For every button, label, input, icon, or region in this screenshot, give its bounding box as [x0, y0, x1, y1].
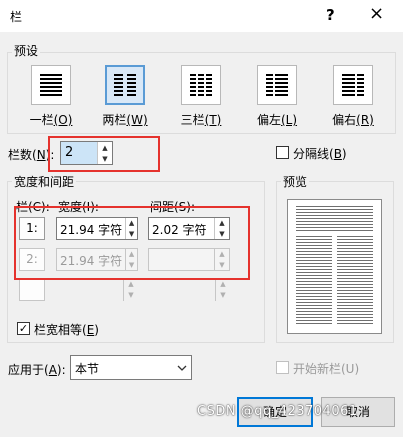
preset-two-columns-label: 两栏(W) — [102, 113, 148, 127]
preset-left-button[interactable] — [257, 65, 297, 105]
left-column-icon — [266, 74, 288, 96]
column-3-spacing-field[interactable]: ▲ ▼ — [148, 278, 230, 301]
column-3-width-field[interactable]: ▲ ▼ — [56, 278, 138, 301]
line-between-label: 分隔线(B) — [293, 147, 347, 161]
highlight-width-spacing — [14, 206, 250, 280]
two-columns-icon — [114, 74, 136, 96]
watermark-text: CSDN @qq_423704061 — [197, 404, 358, 419]
right-column-icon — [342, 74, 364, 96]
three-columns-icon — [190, 74, 212, 96]
close-icon[interactable]: × — [369, 3, 384, 24]
preview-page — [287, 199, 382, 334]
two-column-preview-image — [296, 206, 373, 324]
help-icon[interactable]: ? — [326, 6, 335, 24]
highlight-columns-count — [48, 136, 160, 172]
spin-down-icon[interactable]: ▼ — [124, 290, 138, 302]
preset-three-columns-button[interactable] — [181, 65, 221, 105]
check-icon: ✓ — [18, 322, 29, 335]
equal-width-checkbox[interactable]: ✓ — [17, 322, 30, 335]
preset-three-columns-label: 三栏(T) — [180, 113, 222, 127]
preset-left-label: 偏左(L) — [256, 113, 298, 127]
preset-one-column-button[interactable] — [31, 65, 71, 105]
title-bar — [0, 0, 403, 32]
apply-to-label: 应用于(A): — [8, 363, 66, 377]
start-new-column-checkbox[interactable] — [276, 361, 289, 374]
width-spacing-group-label: 宽度和间距 — [12, 173, 77, 190]
column-3-width-value[interactable] — [56, 278, 123, 301]
equal-width-label: 栏宽相等(E) — [34, 323, 99, 337]
column-3-width-spin[interactable]: ▲ ▼ — [123, 278, 138, 301]
preview-group-label: 预览 — [281, 173, 310, 190]
line-between-checkbox[interactable] — [276, 146, 289, 159]
column-3-button[interactable] — [19, 278, 45, 301]
chevron-down-icon[interactable] — [173, 356, 191, 379]
preset-one-column-label: 一栏(O) — [29, 113, 73, 127]
start-new-column-label: 开始新栏(U) — [293, 362, 360, 376]
one-column-icon — [40, 74, 62, 96]
preset-two-columns-button[interactable] — [105, 65, 145, 105]
preset-right-button[interactable] — [333, 65, 373, 105]
apply-to-value[interactable]: 本节 — [71, 356, 173, 379]
column-3-spacing-value[interactable] — [148, 278, 215, 301]
preset-right-label: 偏右(R) — [332, 113, 374, 127]
apply-to-select[interactable]: 本节 — [70, 355, 192, 380]
dialog-title: 栏 — [10, 10, 23, 24]
column-3-spacing-spin[interactable]: ▲ ▼ — [215, 278, 230, 301]
presets-group-label: 预设 — [12, 42, 41, 59]
spin-down-icon[interactable]: ▼ — [216, 290, 230, 302]
